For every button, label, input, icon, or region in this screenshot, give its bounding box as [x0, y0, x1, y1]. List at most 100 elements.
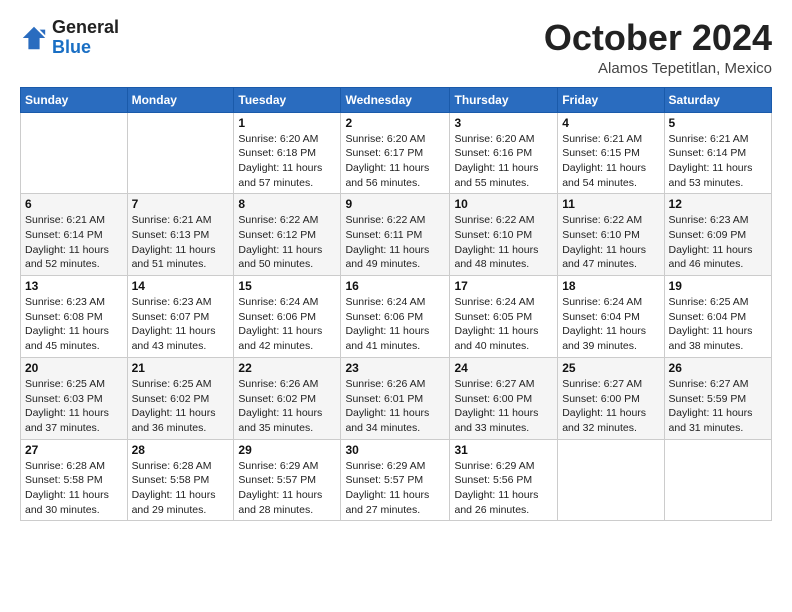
header-cell-wednesday: Wednesday	[341, 87, 450, 112]
day-number: 13	[25, 279, 123, 293]
day-number: 18	[562, 279, 659, 293]
calendar-cell: 18 Sunrise: 6:24 AMSunset: 6:04 PMDayligh…	[558, 276, 664, 358]
calendar-cell: 26 Sunrise: 6:27 AMSunset: 5:59 PMDayligh…	[664, 357, 771, 439]
calendar-cell: 13 Sunrise: 6:23 AMSunset: 6:08 PMDayligh…	[21, 276, 128, 358]
day-info: Sunrise: 6:29 AMSunset: 5:56 PMDaylight:…	[454, 459, 553, 518]
day-info: Sunrise: 6:20 AMSunset: 6:17 PMDaylight:…	[345, 132, 445, 191]
logo: General Blue	[20, 18, 119, 58]
calendar-cell: 30 Sunrise: 6:29 AMSunset: 5:57 PMDayligh…	[341, 439, 450, 521]
day-number: 19	[669, 279, 767, 293]
day-number: 21	[132, 361, 230, 375]
calendar-cell: 21 Sunrise: 6:25 AMSunset: 6:02 PMDayligh…	[127, 357, 234, 439]
calendar-cell: 25Sunrise: 6:27 AMSunset: 6:00 PMDayligh…	[558, 357, 664, 439]
calendar-cell: 10 Sunrise: 6:22 AMSunset: 6:10 PMDayligh…	[450, 194, 558, 276]
day-info: Sunrise: 6:24 AMSunset: 6:06 PMDaylight:…	[238, 295, 336, 354]
header-cell-tuesday: Tuesday	[234, 87, 341, 112]
calendar-table: SundayMondayTuesdayWednesdayThursdayFrid…	[20, 87, 772, 522]
day-number: 11	[562, 197, 659, 211]
day-number: 28	[132, 443, 230, 457]
calendar-cell	[127, 112, 234, 194]
calendar-week-1: 1Sunrise: 6:20 AMSunset: 6:18 PMDaylight…	[21, 112, 772, 194]
day-number: 4	[562, 116, 659, 130]
day-number: 29	[238, 443, 336, 457]
day-number: 26	[669, 361, 767, 375]
header-cell-saturday: Saturday	[664, 87, 771, 112]
calendar-cell: 7 Sunrise: 6:21 AMSunset: 6:13 PMDaylight…	[127, 194, 234, 276]
calendar-cell	[664, 439, 771, 521]
day-number: 2	[345, 116, 445, 130]
day-info: Sunrise: 6:21 AMSunset: 6:14 PMDaylight:…	[25, 213, 123, 272]
logo-text: General Blue	[52, 18, 119, 58]
day-number: 14	[132, 279, 230, 293]
day-info: Sunrise: 6:22 AMSunset: 6:10 PMDaylight:…	[454, 213, 553, 272]
title-block: October 2024 Alamos Tepetitlan, Mexico	[544, 18, 772, 77]
logo-icon	[20, 24, 48, 52]
day-info: Sunrise: 6:23 AMSunset: 6:09 PMDaylight:…	[669, 213, 767, 272]
calendar-cell: 5Sunrise: 6:21 AMSunset: 6:14 PMDaylight…	[664, 112, 771, 194]
header: General Blue October 2024 Alamos Tepetit…	[20, 18, 772, 77]
calendar-cell: 28 Sunrise: 6:28 AMSunset: 5:58 PMDayligh…	[127, 439, 234, 521]
day-info: Sunrise: 6:24 AMSunset: 6:04 PMDaylight:…	[562, 295, 659, 354]
calendar-cell: 11Sunrise: 6:22 AMSunset: 6:10 PMDayligh…	[558, 194, 664, 276]
day-number: 31	[454, 443, 553, 457]
day-info: Sunrise: 6:29 AMSunset: 5:57 PMDaylight:…	[345, 459, 445, 518]
day-number: 16	[345, 279, 445, 293]
day-number: 6	[25, 197, 123, 211]
day-number: 12	[669, 197, 767, 211]
calendar-cell: 14 Sunrise: 6:23 AMSunset: 6:07 PMDayligh…	[127, 276, 234, 358]
day-info: Sunrise: 6:27 AMSunset: 5:59 PMDaylight:…	[669, 377, 767, 436]
calendar-cell: 8Sunrise: 6:22 AMSunset: 6:12 PMDaylight…	[234, 194, 341, 276]
calendar-cell	[558, 439, 664, 521]
day-info: Sunrise: 6:22 AMSunset: 6:11 PMDaylight:…	[345, 213, 445, 272]
header-row: SundayMondayTuesdayWednesdayThursdayFrid…	[21, 87, 772, 112]
month-title: October 2024	[544, 18, 772, 58]
calendar-body: 1Sunrise: 6:20 AMSunset: 6:18 PMDaylight…	[21, 112, 772, 521]
day-info: Sunrise: 6:25 AMSunset: 6:04 PMDaylight:…	[669, 295, 767, 354]
location: Alamos Tepetitlan, Mexico	[544, 60, 772, 77]
calendar-cell: 24Sunrise: 6:27 AMSunset: 6:00 PMDayligh…	[450, 357, 558, 439]
calendar-week-3: 13 Sunrise: 6:23 AMSunset: 6:08 PMDayligh…	[21, 276, 772, 358]
calendar-cell: 23Sunrise: 6:26 AMSunset: 6:01 PMDayligh…	[341, 357, 450, 439]
calendar-cell: 6 Sunrise: 6:21 AMSunset: 6:14 PMDaylight…	[21, 194, 128, 276]
calendar-cell: 1Sunrise: 6:20 AMSunset: 6:18 PMDaylight…	[234, 112, 341, 194]
logo-general: General	[52, 17, 119, 37]
calendar-cell	[21, 112, 128, 194]
day-number: 15	[238, 279, 336, 293]
day-number: 22	[238, 361, 336, 375]
day-info: Sunrise: 6:23 AMSunset: 6:08 PMDaylight:…	[25, 295, 123, 354]
calendar-cell: 22Sunrise: 6:26 AMSunset: 6:02 PMDayligh…	[234, 357, 341, 439]
day-info: Sunrise: 6:25 AMSunset: 6:02 PMDaylight:…	[132, 377, 230, 436]
calendar-week-4: 20Sunrise: 6:25 AMSunset: 6:03 PMDayligh…	[21, 357, 772, 439]
day-info: Sunrise: 6:24 AMSunset: 6:05 PMDaylight:…	[454, 295, 553, 354]
day-info: Sunrise: 6:24 AMSunset: 6:06 PMDaylight:…	[345, 295, 445, 354]
day-info: Sunrise: 6:27 AMSunset: 6:00 PMDaylight:…	[454, 377, 553, 436]
day-number: 25	[562, 361, 659, 375]
calendar-cell: 29Sunrise: 6:29 AMSunset: 5:57 PMDayligh…	[234, 439, 341, 521]
calendar-week-2: 6 Sunrise: 6:21 AMSunset: 6:14 PMDaylight…	[21, 194, 772, 276]
day-info: Sunrise: 6:25 AMSunset: 6:03 PMDaylight:…	[25, 377, 123, 436]
day-info: Sunrise: 6:28 AMSunset: 5:58 PMDaylight:…	[132, 459, 230, 518]
day-info: Sunrise: 6:21 AMSunset: 6:13 PMDaylight:…	[132, 213, 230, 272]
logo-blue: Blue	[52, 37, 91, 57]
calendar-week-5: 27 Sunrise: 6:28 AMSunset: 5:58 PMDayligh…	[21, 439, 772, 521]
day-info: Sunrise: 6:20 AMSunset: 6:16 PMDaylight:…	[454, 132, 553, 191]
day-number: 7	[132, 197, 230, 211]
day-number: 3	[454, 116, 553, 130]
day-number: 10	[454, 197, 553, 211]
header-cell-friday: Friday	[558, 87, 664, 112]
day-number: 30	[345, 443, 445, 457]
day-number: 8	[238, 197, 336, 211]
day-number: 17	[454, 279, 553, 293]
day-info: Sunrise: 6:28 AMSunset: 5:58 PMDaylight:…	[25, 459, 123, 518]
day-number: 1	[238, 116, 336, 130]
calendar-cell: 19 Sunrise: 6:25 AMSunset: 6:04 PMDayligh…	[664, 276, 771, 358]
day-info: Sunrise: 6:23 AMSunset: 6:07 PMDaylight:…	[132, 295, 230, 354]
day-number: 27	[25, 443, 123, 457]
calendar-cell: 3 Sunrise: 6:20 AMSunset: 6:16 PMDaylight…	[450, 112, 558, 194]
page: General Blue October 2024 Alamos Tepetit…	[0, 0, 792, 612]
header-cell-monday: Monday	[127, 87, 234, 112]
calendar-cell: 4Sunrise: 6:21 AMSunset: 6:15 PMDaylight…	[558, 112, 664, 194]
day-number: 23	[345, 361, 445, 375]
calendar-cell: 20Sunrise: 6:25 AMSunset: 6:03 PMDayligh…	[21, 357, 128, 439]
calendar-cell: 27 Sunrise: 6:28 AMSunset: 5:58 PMDayligh…	[21, 439, 128, 521]
